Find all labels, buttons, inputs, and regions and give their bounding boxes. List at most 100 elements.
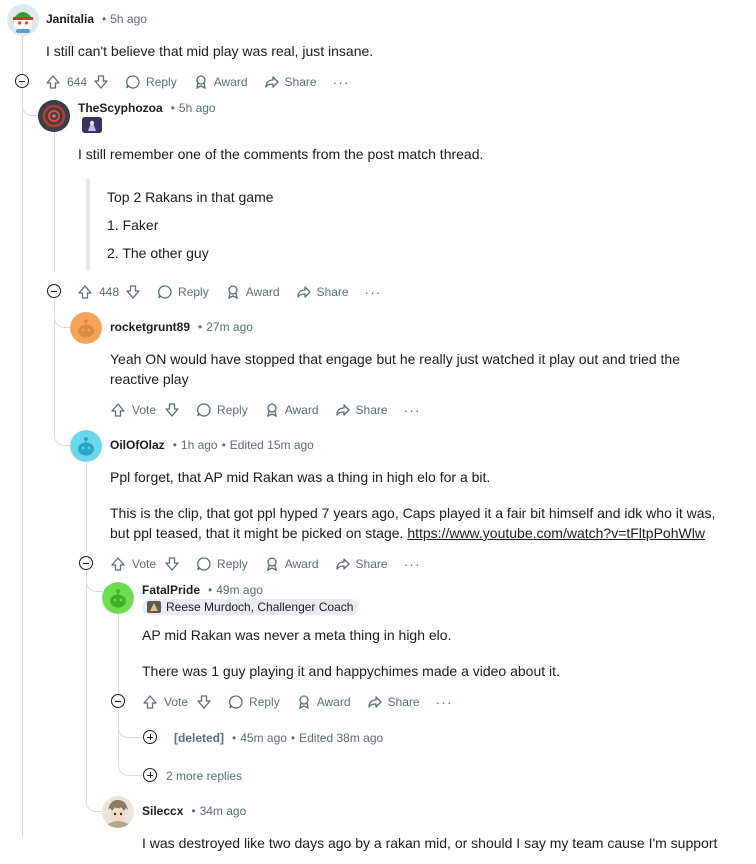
- author-name[interactable]: TheScyphozoa: [78, 101, 163, 115]
- separator: •: [170, 101, 175, 115]
- reply-label: Reply: [249, 695, 280, 709]
- award-label: Award: [284, 403, 319, 417]
- timestamp[interactable]: 27m ago: [206, 320, 253, 334]
- share-button[interactable]: Share: [367, 694, 420, 710]
- timestamp[interactable]: 49m ago: [216, 583, 263, 597]
- downvote-button[interactable]: [93, 74, 109, 90]
- separator: •: [172, 438, 177, 452]
- comment-body: I still can't believe that mid play was …: [46, 43, 374, 59]
- downvote-button[interactable]: [164, 556, 180, 572]
- award-button[interactable]: Award: [264, 556, 319, 572]
- avatar[interactable]: [7, 4, 39, 36]
- comment-actions: 644 Reply Award Share ···: [45, 70, 350, 94]
- thread-curve: [86, 570, 102, 592]
- snoo-avatar-icon: [7, 4, 39, 36]
- separator: •: [191, 804, 196, 818]
- share-button[interactable]: Share: [264, 74, 317, 90]
- author-name[interactable]: FatalPride: [142, 583, 200, 597]
- author-name[interactable]: Janitalia: [46, 12, 94, 26]
- separator: •: [232, 731, 237, 745]
- vote-count: 448: [99, 285, 120, 299]
- more-options-button[interactable]: ···: [404, 402, 421, 418]
- thread-curve: [54, 424, 70, 446]
- avatar[interactable]: [70, 312, 102, 344]
- expand-comment-button[interactable]: [143, 730, 157, 744]
- comment-body: Yeah ON would have stopped that engage b…: [110, 349, 680, 389]
- timestamp[interactable]: 5h ago: [179, 101, 216, 115]
- downvote-arrow-icon: [94, 75, 108, 89]
- author-name[interactable]: Sileccx: [142, 804, 183, 818]
- upvote-button[interactable]: [110, 402, 126, 418]
- speech-bubble-icon: [158, 285, 172, 299]
- flair-badge: Reese Murdoch, Challenger Coach: [142, 599, 360, 615]
- reply-button[interactable]: Reply: [196, 402, 248, 418]
- comment-meta: Sileccx • 34m ago: [142, 804, 246, 818]
- target-avatar-icon: [38, 100, 70, 132]
- more-options-button[interactable]: ···: [436, 694, 453, 710]
- comment-body: Ppl forget, that AP mid Rakan was a thin…: [110, 469, 491, 485]
- flair-image-icon: [82, 117, 102, 133]
- share-label: Share: [355, 403, 388, 417]
- award-button[interactable]: Award: [193, 74, 248, 90]
- collapse-thread-button[interactable]: [111, 694, 125, 708]
- upvote-button[interactable]: [45, 74, 61, 90]
- avatar[interactable]: [102, 796, 134, 828]
- timestamp[interactable]: 5h ago: [110, 12, 147, 26]
- award-button[interactable]: Award: [296, 694, 351, 710]
- collapse-thread-button[interactable]: [79, 556, 93, 570]
- author-name: [deleted]: [174, 731, 225, 745]
- reply-button[interactable]: Reply: [125, 74, 177, 90]
- youtube-link[interactable]: https://www.youtube.com/watch?v=tFltpPoh…: [407, 525, 705, 541]
- downvote-button[interactable]: [196, 694, 212, 710]
- downvote-button[interactable]: [164, 402, 180, 418]
- comment-actions: Vote Reply Award Share ···: [142, 690, 453, 714]
- reply-button[interactable]: Reply: [228, 694, 280, 710]
- more-options-button[interactable]: ···: [333, 74, 350, 90]
- thread-line: [86, 572, 87, 802]
- quote-line: Top 2 Rakans in that game: [107, 189, 274, 205]
- share-button[interactable]: Share: [335, 402, 388, 418]
- award-label: Award: [316, 695, 351, 709]
- thread-line: [118, 614, 119, 694]
- avatar[interactable]: [70, 430, 102, 462]
- reply-label: Reply: [217, 403, 248, 417]
- timestamp[interactable]: 1h ago: [181, 438, 218, 452]
- downvote-button[interactable]: [125, 284, 141, 300]
- comment-body-line: but ppl teased, that it might be picked …: [110, 523, 740, 543]
- timestamp[interactable]: 34m ago: [200, 804, 247, 818]
- collapse-thread-button[interactable]: [15, 74, 29, 88]
- thread-curve: [118, 752, 142, 776]
- reply-label: Reply: [146, 75, 177, 89]
- award-icon: [195, 75, 206, 90]
- vote-label: Vote: [164, 695, 189, 709]
- award-button[interactable]: Award: [264, 402, 319, 418]
- reply-button[interactable]: Reply: [157, 284, 209, 300]
- upvote-button[interactable]: [142, 694, 158, 710]
- upvote-button[interactable]: [77, 284, 93, 300]
- thread-curve: [54, 306, 70, 328]
- more-replies-link[interactable]: 2 more replies: [166, 769, 242, 783]
- avatar[interactable]: [102, 582, 134, 614]
- collapse-thread-button[interactable]: [47, 284, 61, 298]
- separator: •: [198, 320, 203, 334]
- award-button[interactable]: Award: [225, 284, 280, 300]
- downvote-arrow-icon: [126, 285, 140, 299]
- more-replies-icon[interactable]: [143, 768, 157, 782]
- avatar[interactable]: [38, 100, 70, 132]
- share-arrow-icon: [335, 558, 350, 570]
- more-options-button[interactable]: ···: [365, 284, 382, 300]
- share-button[interactable]: Share: [296, 284, 349, 300]
- speech-bubble-icon: [126, 75, 140, 89]
- snoo-avatar-icon: [102, 582, 134, 614]
- snoo-avatar-icon: [70, 430, 102, 462]
- share-button[interactable]: Share: [335, 556, 388, 572]
- author-name[interactable]: OilOfOlaz: [110, 438, 165, 452]
- more-options-button[interactable]: ···: [404, 556, 421, 572]
- author-name[interactable]: rocketgrunt89: [110, 320, 190, 334]
- comment-actions: 448 Reply Award Share ···: [77, 280, 382, 304]
- timestamp[interactable]: 45m ago: [240, 731, 287, 745]
- speech-bubble-icon: [197, 557, 211, 571]
- share-label: Share: [316, 285, 349, 299]
- upvote-button[interactable]: [110, 556, 126, 572]
- reply-button[interactable]: Reply: [196, 556, 248, 572]
